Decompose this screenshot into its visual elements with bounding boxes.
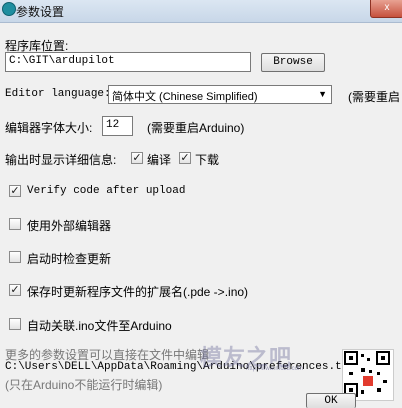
check-updates-checkbox[interactable] bbox=[9, 251, 21, 263]
update-extension-label: 保存时更新程序文件的扩展名(.pde ->.ino) bbox=[27, 285, 249, 299]
chevron-down-icon: ▼ bbox=[318, 89, 327, 99]
verify-after-upload-checkbox[interactable]: ✓ bbox=[9, 185, 21, 197]
check-icon: ✓ bbox=[132, 152, 142, 164]
edit-hint-text: (只在Arduino不能运行时编辑) bbox=[5, 378, 163, 392]
close-icon: x bbox=[384, 2, 390, 13]
font-size-label: 编辑器字体大小: bbox=[5, 121, 93, 135]
close-button[interactable]: x bbox=[370, 0, 402, 18]
browse-button[interactable]: Browse bbox=[261, 53, 325, 72]
verify-after-upload-label: Verify code after upload bbox=[27, 185, 186, 197]
check-icon: ✓ bbox=[10, 284, 20, 296]
verbose-compile-checkbox[interactable]: ✓ bbox=[131, 152, 143, 164]
window-title: 参数设置 bbox=[16, 5, 65, 19]
editor-language-select[interactable]: 简体中文 (Chinese Simplified) ▼ bbox=[108, 85, 332, 104]
update-extension-checkbox[interactable]: ✓ bbox=[9, 284, 21, 296]
verbose-compile-label: 编译 bbox=[147, 153, 172, 167]
external-editor-label: 使用外部编辑器 bbox=[27, 219, 112, 233]
check-icon: ✓ bbox=[180, 152, 190, 164]
verbose-upload-checkbox[interactable]: ✓ bbox=[179, 152, 191, 164]
title-bar: 参数设置 x bbox=[0, 0, 402, 23]
associate-ino-checkbox[interactable] bbox=[9, 318, 21, 330]
editor-language-label: Editor language: bbox=[5, 88, 111, 100]
font-size-restart-note: (需要重启Arduino) bbox=[147, 121, 245, 135]
arduino-icon bbox=[2, 2, 16, 16]
verbose-upload-label: 下载 bbox=[195, 153, 220, 167]
sketchbook-path-field[interactable]: C:\GIT\ardupilot bbox=[5, 52, 251, 72]
verbose-output-label: 输出时显示详细信息: bbox=[5, 153, 117, 167]
check-icon: ✓ bbox=[10, 185, 20, 197]
external-editor-checkbox[interactable] bbox=[9, 218, 21, 230]
editor-language-value: 简体中文 (Chinese Simplified) bbox=[112, 91, 258, 103]
associate-ino-label: 自动关联.ino文件至Arduino bbox=[27, 319, 172, 333]
ok-button[interactable]: OK bbox=[306, 393, 356, 408]
check-updates-label: 启动时检查更新 bbox=[27, 252, 112, 266]
font-size-field[interactable]: 12 bbox=[102, 116, 133, 136]
editor-language-restart-note: (需要重启 bbox=[348, 90, 400, 104]
watermark-url: http://www.moz8.com bbox=[246, 366, 304, 372]
